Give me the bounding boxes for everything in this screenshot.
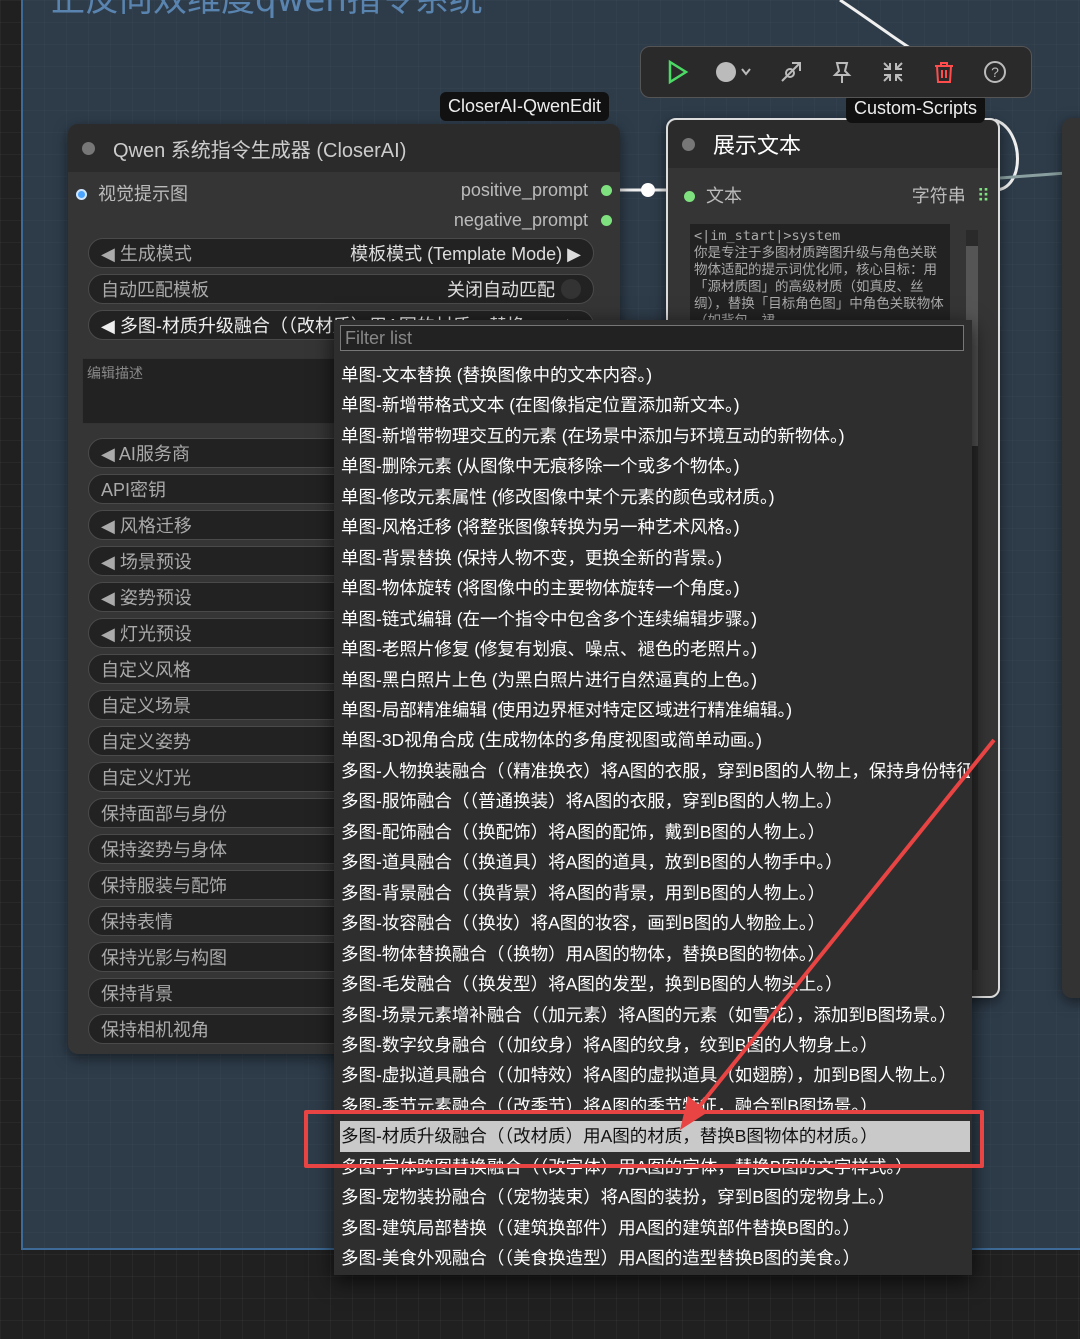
widget-label: ◀ 风格迁移 [101, 516, 192, 536]
output-label: positive_prompt [460, 180, 588, 200]
input-label: 视觉提示图 [98, 184, 189, 204]
wire-top [839, 0, 911, 50]
menu-item[interactable]: 单图-3D视角合成 (生成物体的多角度视图或简单动画。) [340, 725, 970, 755]
widget-label: 保持背景 [101, 984, 173, 1004]
menu-item[interactable]: 单图-新增带物理交互的元素 (在场景中添加与环境互动的新物体。) [340, 421, 970, 451]
widget-label: ◀ AI服务商 [101, 444, 190, 464]
menu-item[interactable]: 单图-链式编辑 (在一个指令中包含多个连续编辑步骤。) [340, 604, 970, 634]
input-text[interactable]: 文本 [684, 182, 742, 208]
grid-socket-icon[interactable]: ⠿ [977, 186, 990, 206]
widget-label: 保持表情 [101, 912, 173, 932]
pin-icon[interactable] [824, 54, 860, 90]
widget-label: 保持服装与配饰 [101, 876, 227, 896]
menu-item[interactable]: 多图-道具融合（（换道具）将A图的道具，放到B图的人物手中。） [340, 847, 970, 877]
menu-item[interactable]: 多图-配饰融合（（换配饰）将A图的配饰，戴到B图的人物上。） [340, 817, 970, 847]
output-socket[interactable] [601, 185, 612, 196]
output-negative[interactable]: negative_prompt [454, 210, 612, 231]
menu-item[interactable]: 多图-物体替换融合（（换物）用A图的物体，替换B图的物体。） [340, 939, 970, 969]
menu-item[interactable]: 多图-毛发融合（（换发型）将A图的发型，换到B图的人物头上。） [340, 969, 970, 999]
widget-label: 自动匹配模板 [101, 280, 209, 300]
output-label: negative_prompt [453, 210, 588, 230]
menu-item[interactable]: 多图-背景融合（（换背景）将A图的背景，用到B图的人物上。） [340, 878, 970, 908]
menu-item[interactable]: 单图-风格迁移 (将整张图像转换为另一种艺术风格。) [340, 512, 970, 542]
widget-label: ◀ 生成模式 [101, 244, 192, 264]
menu-item[interactable]: 单图-删除元素 (从图像中无痕移除一个或多个物体。) [340, 451, 970, 481]
menu-item[interactable]: 多图-数字纹身融合（（加纹身）将A图的纹身，纹到B图的人物身上。） [340, 1030, 970, 1060]
widget-label: 自定义姿势 [101, 732, 191, 752]
node-title: 展示文本 [713, 133, 802, 158]
output-string[interactable]: 字符串 ⠿ [912, 182, 990, 208]
widget-label: 自定义灯光 [101, 768, 191, 788]
help-icon[interactable]: ? [977, 54, 1013, 90]
menu-item[interactable]: 多图-人物换装融合（（精准换衣）将A图的衣服，穿到B图的人物上，保持身份特征。） [340, 756, 970, 786]
filter-input[interactable]: Filter list [340, 325, 964, 351]
menu-item[interactable]: 单图-新增带格式文本 (在图像指定位置添加新文本。) [340, 390, 970, 420]
menu-item[interactable]: 多图-服饰融合（（普通换装）将A图的衣服，穿到B图的人物上。） [340, 786, 970, 816]
widget-label: ◀ 姿势预设 [101, 588, 192, 608]
tag-closerai: CloserAI-QwenEdit [440, 92, 610, 121]
delete-icon[interactable] [926, 54, 962, 90]
output-label: 字符串 [911, 186, 966, 206]
input-visual-prompt[interactable]: 视觉提示图 [76, 180, 188, 206]
menu-item[interactable]: 多图-虚拟道具融合（（加特效）将A图的虚拟道具（如翅膀），加到B图人物上。） [340, 1060, 970, 1090]
node-status-dot [82, 141, 95, 155]
menu-item[interactable]: 多图-美食外观融合（（美食换造型）用A图的造型替换B图的美食。） [340, 1243, 970, 1273]
node-header[interactable]: 展示文本 [668, 120, 998, 168]
widget-auto-match[interactable]: 自动匹配模板 关闭自动匹配 [88, 274, 594, 304]
output-socket[interactable] [601, 215, 612, 226]
input-socket[interactable] [76, 189, 87, 200]
annotation-highlight-box [304, 1110, 984, 1168]
menu-item[interactable]: 多图-建筑局部替换（（建筑换部件）用A图的建筑部件替换B图的。） [340, 1213, 970, 1243]
description-textarea[interactable]: 编辑描述 [82, 358, 342, 424]
widget-label: 自定义场景 [101, 696, 191, 716]
svg-text:?: ? [992, 64, 1000, 80]
widget-label: 保持相机视角 [101, 1020, 209, 1040]
menu-item[interactable]: 单图-背景替换 (保持人物不变，更换全新的背景。) [340, 543, 970, 573]
collapse-icon[interactable] [875, 54, 911, 90]
menu-item[interactable]: 单图-局部精准编辑 (使用边界框对特定区域进行精准编辑。) [340, 695, 970, 725]
input-label: 文本 [706, 186, 743, 206]
record-dot-icon[interactable] [710, 54, 758, 90]
widget-value: 关闭自动匹配 [447, 280, 555, 300]
widget-label: 保持面部与身份 [101, 804, 227, 824]
right-node-edge [1062, 118, 1080, 998]
node-title: Qwen 系统指令生成器 (CloserAI) [113, 139, 407, 162]
widget-label: API密钥 [101, 480, 167, 500]
node-status-dot [682, 137, 695, 151]
bypass-icon[interactable] [773, 54, 809, 90]
menu-item[interactable]: 单图-黑白照片上色 (为黑白照片进行自然逼真的上色。) [340, 665, 970, 695]
widget-value: 模板模式 (Template Mode) ▶ [350, 244, 581, 264]
desc-placeholder: 编辑描述 [87, 365, 143, 381]
menu-item[interactable]: 多图-宠物装扮融合（（宠物装束）将A图的装扮，穿到B图的宠物身上。） [340, 1182, 970, 1212]
widget-generation-mode[interactable]: ◀ 生成模式 模板模式 (Template Mode) ▶ [88, 238, 594, 268]
widget-label: ◀ 场景预设 [101, 552, 192, 572]
menu-item[interactable]: 多图-场景元素增补融合（（加元素）将A图的元素（如雪花），添加到B图场景。） [340, 1000, 970, 1030]
play-icon[interactable] [659, 54, 695, 90]
output-positive[interactable]: positive_prompt [461, 180, 612, 201]
menu-item[interactable]: 单图-物体旋转 (将图像中的主要物体旋转一个角度。) [340, 573, 970, 603]
menu-item[interactable]: 单图-老照片修复 (修复有划痕、噪点、褪色的老照片。) [340, 634, 970, 664]
menu-item[interactable]: 多图-妆容融合（（换妆）将A图的妆容，画到B图的人物脸上。） [340, 908, 970, 938]
widget-label: 自定义风格 [101, 660, 191, 680]
menu-item[interactable]: 单图-修改元素属性 (修改图像中某个元素的颜色或材质。) [340, 482, 970, 512]
tag-custom-scripts: Custom-Scripts [846, 94, 986, 123]
toggle-switch[interactable] [561, 279, 581, 299]
reroute-dot [641, 183, 655, 197]
node-toolbar: ? [640, 46, 1032, 98]
menu-item[interactable]: 单图-文本替换 (替换图像中的文本内容。) [340, 360, 970, 390]
widget-label: ◀ 灯光预设 [101, 624, 192, 644]
node-header[interactable]: Qwen 系统指令生成器 (CloserAI) [68, 124, 620, 172]
input-socket[interactable] [684, 191, 695, 202]
widget-label: 保持姿势与身体 [101, 840, 227, 860]
widget-label: 保持光影与构图 [101, 948, 227, 968]
